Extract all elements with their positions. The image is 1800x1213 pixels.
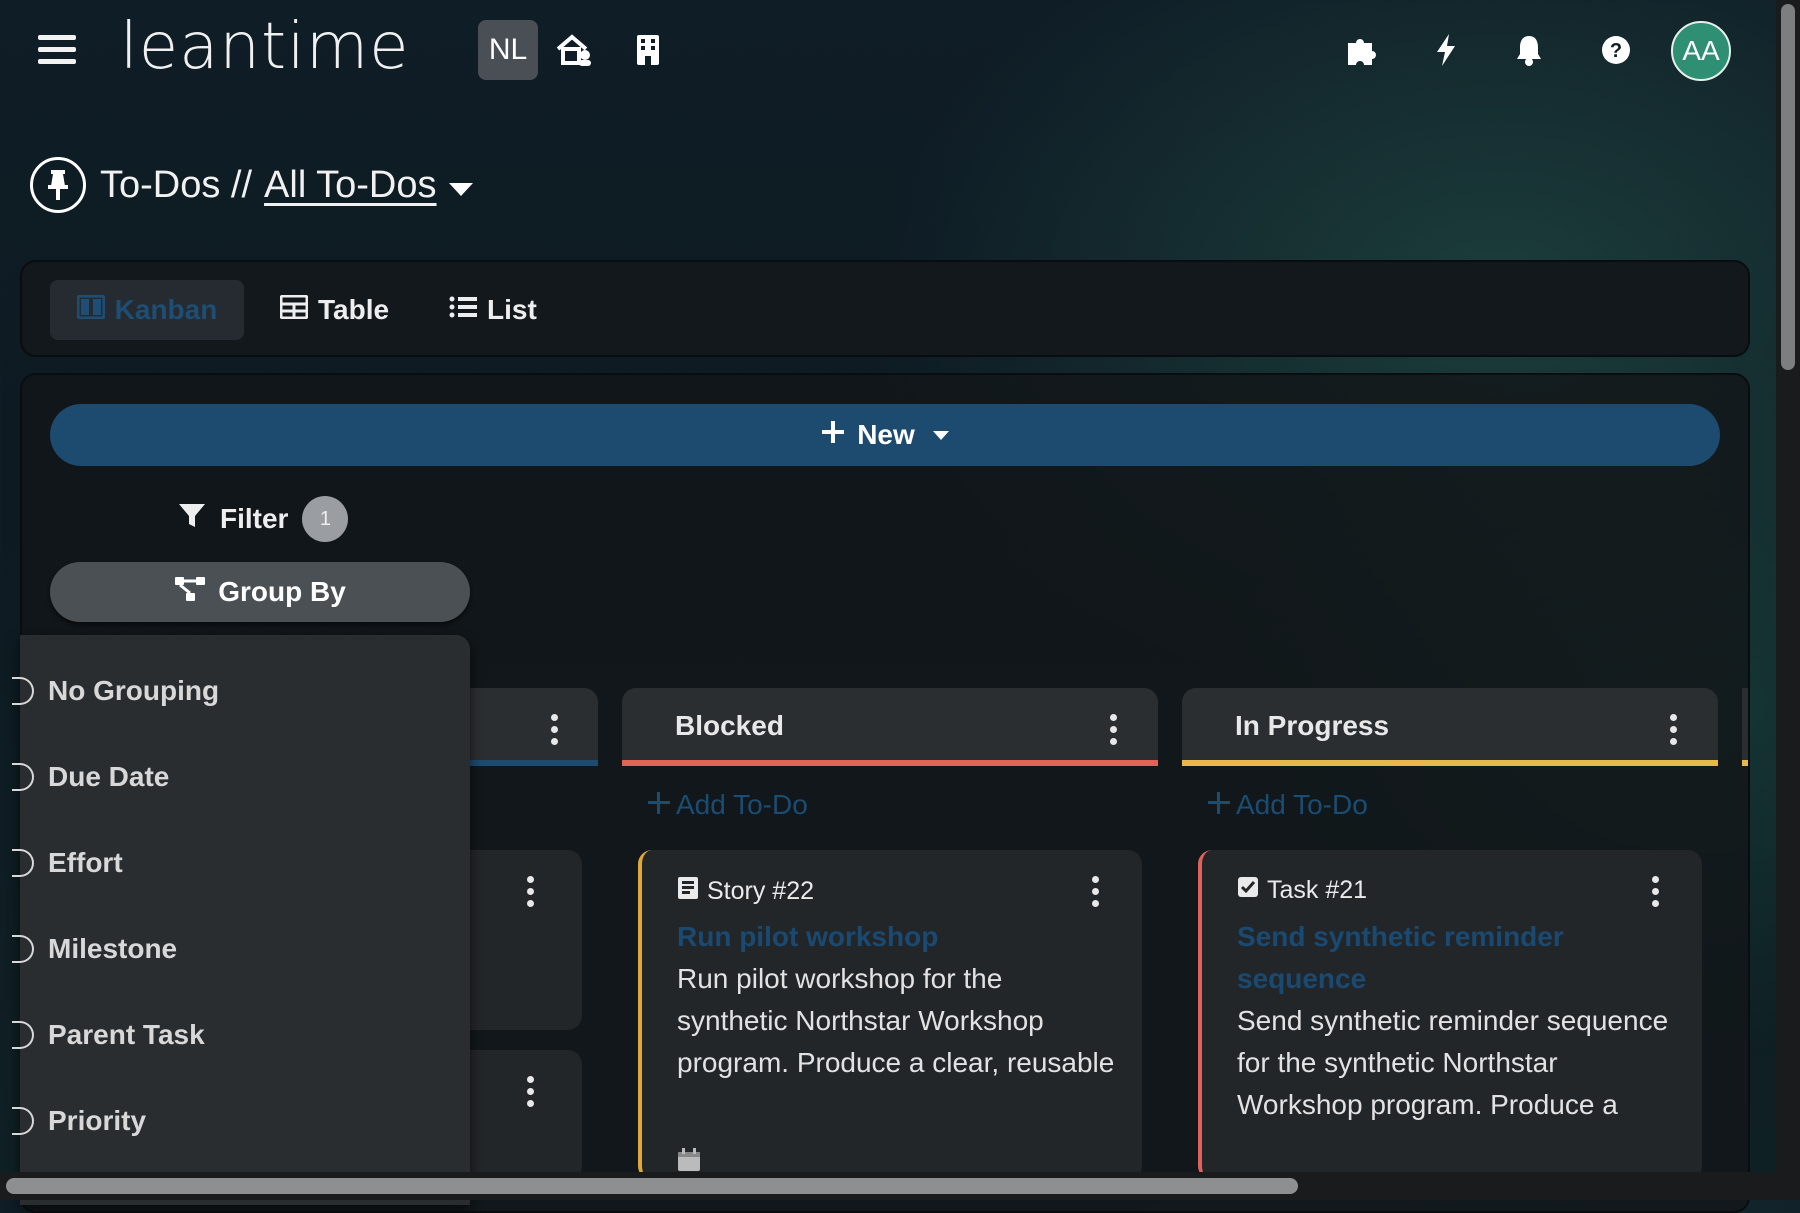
tab-table[interactable]: Table: [279, 280, 390, 340]
plus-icon: [648, 789, 670, 821]
add-todo-label: Add To-Do: [676, 789, 808, 820]
card-type-label: Story #22: [707, 877, 815, 905]
tab-list-label: List: [487, 294, 537, 325]
group-option-label: Effort: [48, 847, 123, 878]
kanban-icon: [76, 294, 106, 326]
kanban-card[interactable]: Story #22 Run pilot workshop Run pilot w…: [638, 850, 1142, 1180]
menu-icon[interactable]: [38, 35, 76, 67]
thumbtack-icon: [30, 157, 86, 213]
column-color-bar: [1182, 760, 1718, 766]
building-icon[interactable]: [628, 30, 668, 70]
puzzle-icon[interactable]: [1341, 30, 1381, 70]
breadcrumb: To-Dos // All To-Dos: [100, 164, 437, 207]
radio-icon[interactable]: [12, 849, 34, 877]
radio-icon[interactable]: [12, 677, 34, 705]
group-option-label: Milestone: [48, 933, 178, 964]
vertical-scrollbar-thumb[interactable]: [1781, 4, 1795, 370]
bolt-icon[interactable]: [1426, 30, 1466, 70]
horizontal-scrollbar-thumb[interactable]: [6, 1178, 1298, 1194]
column-title: In Progress: [1235, 710, 1390, 741]
card-menu-icon[interactable]: [527, 876, 534, 907]
group-by-dropdown: No Grouping Due Date Effort Milestone Pa…: [12, 635, 470, 1205]
filter-icon: [178, 503, 206, 536]
house-user-icon[interactable]: [554, 30, 594, 70]
column-color-bar: [622, 760, 1158, 766]
list-icon: [449, 294, 477, 326]
group-option-no-grouping[interactable]: No Grouping: [12, 675, 220, 707]
radio-icon[interactable]: [12, 1021, 34, 1049]
column-header-blocked: Blocked: [622, 688, 1158, 766]
group-option-label: No Grouping: [48, 675, 220, 706]
plus-icon: [1208, 789, 1230, 821]
card-menu-icon[interactable]: [1652, 876, 1659, 907]
column-menu-icon[interactable]: [1670, 714, 1677, 745]
column-title: Blocked: [675, 710, 784, 741]
card-description: Send synthetic reminder sequence for the…: [1237, 1005, 1669, 1132]
card-menu-icon[interactable]: [527, 1076, 534, 1107]
group-option-due-date[interactable]: Due Date: [12, 761, 170, 793]
new-button[interactable]: New: [50, 404, 1720, 466]
card-title-link[interactable]: Run pilot workshop: [677, 916, 1117, 958]
group-by-button[interactable]: Group By: [50, 562, 470, 622]
group-option-parent-task[interactable]: Parent Task: [12, 1019, 205, 1051]
project-switcher-button[interactable]: NL: [478, 20, 538, 80]
bell-icon[interactable]: [1509, 30, 1549, 70]
breadcrumb-current-view-link[interactable]: All To-Dos: [264, 164, 436, 206]
breadcrumb-section: To-Dos //: [100, 164, 253, 206]
add-todo-label: Add To-Do: [1236, 789, 1368, 820]
tab-table-label: Table: [318, 294, 390, 325]
group-option-label: Parent Task: [48, 1019, 205, 1050]
sitemap-icon: [174, 576, 206, 609]
filter-count-badge: 1: [302, 496, 349, 542]
help-icon[interactable]: ?: [1596, 30, 1636, 70]
column-menu-icon[interactable]: [551, 714, 558, 745]
radio-icon[interactable]: [12, 1107, 34, 1135]
new-button-label: New: [857, 419, 915, 450]
card-title-link[interactable]: Send synthetic reminder sequence: [1237, 916, 1657, 1000]
user-avatar[interactable]: AA: [1671, 21, 1731, 81]
column-header-partial: [1742, 688, 1748, 766]
radio-icon[interactable]: [12, 935, 34, 963]
radio-icon[interactable]: [12, 763, 34, 791]
story-icon: [677, 876, 699, 907]
card-type-label: Task #21: [1267, 876, 1368, 904]
group-option-label: Priority: [48, 1105, 147, 1136]
column-color-bar: [1742, 760, 1748, 766]
group-option-effort[interactable]: Effort: [12, 847, 123, 879]
group-option-priority[interactable]: Priority: [12, 1105, 147, 1137]
column-header-in-progress: In Progress: [1182, 688, 1718, 766]
tab-kanban[interactable]: Kanban: [50, 280, 244, 340]
group-option-milestone[interactable]: Milestone: [12, 933, 178, 965]
card-description: Run pilot workshop for the synthetic Nor…: [677, 963, 1115, 1078]
card-type: Story #22: [677, 876, 814, 907]
caret-down-icon: [932, 430, 949, 440]
app-logo[interactable]: leantime: [120, 10, 410, 84]
filter-label: Filter: [220, 503, 289, 534]
plus-icon: [821, 419, 845, 451]
kanban-card[interactable]: Task #21 Send synthetic reminder sequenc…: [1198, 850, 1702, 1180]
card-menu-icon[interactable]: [1092, 876, 1099, 907]
column-menu-icon[interactable]: [1110, 714, 1117, 745]
group-option-label: Due Date: [48, 761, 170, 792]
filter-button[interactable]: Filter 1: [178, 496, 349, 542]
add-todo-button[interactable]: Add To-Do: [648, 789, 808, 821]
chevron-down-icon[interactable]: [449, 183, 473, 196]
svg-text:?: ?: [1610, 40, 1622, 62]
add-todo-button[interactable]: Add To-Do: [1208, 789, 1368, 821]
tab-list[interactable]: List: [449, 280, 537, 340]
table-icon: [279, 294, 309, 326]
tab-kanban-label: Kanban: [114, 294, 218, 325]
card-type: Task #21: [1237, 876, 1367, 905]
checkbox-icon: [1237, 876, 1259, 905]
group-by-label: Group By: [218, 576, 346, 607]
